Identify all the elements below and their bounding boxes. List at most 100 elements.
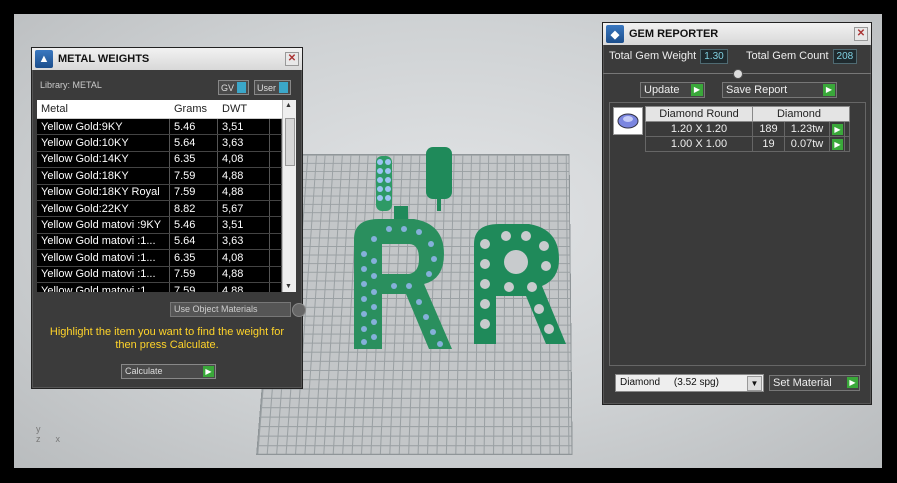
gem-reporter-titlebar[interactable]: ◆ GEM REPORTER ✕ [603, 23, 871, 45]
set-material-button[interactable]: Set Material ▶ [769, 375, 860, 391]
go-arrow-icon: ▶ [823, 84, 835, 96]
grams-cell: 7.59 [170, 282, 218, 292]
metal-name-cell: Yellow Gold:18KY [37, 168, 170, 184]
table-row[interactable]: Yellow Gold:22KY 8.82 5,67 [37, 200, 296, 218]
grams-cell: 5.64 [170, 135, 218, 151]
go-arrow-icon: ▶ [847, 377, 858, 388]
gem-row[interactable]: 1.00 X 1.00 19 0.07tw ▶ [645, 137, 850, 152]
spacer-cell [270, 151, 282, 168]
gem-row[interactable]: 1.20 X 1.20 189 1.23tw ▶ [645, 122, 850, 137]
library-label: Library: METAL [40, 80, 102, 90]
spacer-cell [270, 135, 282, 151]
toggle-knob-icon [237, 82, 247, 93]
user-toggle[interactable]: User [254, 80, 292, 95]
metal-table[interactable]: Metal Grams DWT Yellow Gold:9KY 5.46 3,51 Y… [37, 100, 296, 292]
grams-cell: 7.59 [170, 168, 218, 184]
save-report-label: Save Report [726, 84, 788, 96]
use-object-materials-checkbox[interactable] [292, 303, 306, 317]
metal-name-cell: Yellow Gold matovi :1... [37, 250, 170, 266]
gem-shape-header: Diamond Round [646, 107, 753, 121]
metal-table-scrollbar[interactable]: ▲ ▼ [282, 100, 296, 292]
grams-cell: 5.64 [170, 233, 218, 250]
grams-cell: 7.59 [170, 184, 218, 200]
go-arrow-icon: ▶ [691, 84, 703, 96]
go-arrow-icon: ▶ [832, 124, 843, 135]
go-arrow-icon: ▶ [832, 139, 843, 150]
col-grams[interactable]: Grams [170, 103, 218, 115]
metal-name-cell: Yellow Gold matovi :1... [37, 266, 170, 282]
metal-name-cell: Yellow Gold:18KY Royal [37, 184, 170, 200]
gem-row-action[interactable]: ▶ [830, 122, 845, 136]
update-label: Update [644, 84, 680, 96]
toggle-knob-icon [279, 82, 289, 93]
total-gem-weight-value: 1.30 [700, 48, 728, 64]
table-row[interactable]: Yellow Gold matovi :9KY 5.46 3,51 [37, 217, 296, 234]
metal-table-body: Yellow Gold:9KY 5.46 3,51 Yellow Gold:10KY 5… [37, 119, 296, 292]
gv-toggle[interactable]: GV [218, 80, 250, 95]
gem-weight-cell: 0.07tw [785, 137, 830, 151]
scroll-thumb[interactable] [285, 118, 295, 166]
metal-name-cell: Yellow Gold:9KY [37, 119, 170, 135]
metal-weights-titlebar[interactable]: ▲ METAL WEIGHTS ✕ [32, 48, 302, 70]
table-row[interactable]: Yellow Gold:18KY 7.59 4,88 [37, 168, 296, 185]
gem-count-cell: 189 [753, 122, 785, 136]
grams-cell: 6.35 [170, 250, 218, 266]
dwt-cell: 3,63 [218, 135, 270, 151]
table-row[interactable]: Yellow Gold:14KY 6.35 4,08 [37, 151, 296, 169]
bail-right-shape [426, 147, 452, 199]
spacer-cell [270, 233, 282, 250]
close-icon[interactable]: ✕ [854, 27, 868, 41]
instruction-text: Highlight the item you want to find the … [49, 326, 285, 351]
save-report-button[interactable]: Save Report ▶ [722, 82, 837, 98]
metal-name-cell: Yellow Gold:10KY [37, 135, 170, 151]
total-gem-count: Total Gem Count 208 [746, 48, 858, 64]
gem-count-cell: 19 [753, 137, 785, 151]
bail-right-stem [437, 199, 441, 211]
dwt-cell: 4,08 [218, 151, 270, 168]
material-select-value: Diamond (3.52 spg) [620, 377, 719, 388]
axis-indicator: yz x [36, 424, 61, 444]
gem-list-area[interactable]: Diamond Round Diamond 1.20 X 1.20 189 1.23… [609, 102, 866, 366]
spacer-cell [270, 217, 282, 233]
gem-reporter-title: GEM REPORTER [629, 28, 719, 40]
scroll-down-icon[interactable]: ▼ [285, 283, 292, 290]
material-select[interactable]: Diamond (3.52 spg) ▼ [615, 374, 764, 392]
use-object-materials-option[interactable]: Use Object Materials [170, 302, 306, 317]
calculate-button[interactable]: Calculate ▶ [121, 364, 216, 379]
dwt-cell: 4,08 [218, 250, 270, 266]
gem-weight-cell: 1.23tw [785, 122, 830, 136]
scroll-up-icon[interactable]: ▲ [285, 102, 292, 109]
update-button[interactable]: Update ▶ [640, 82, 705, 98]
pendant-model[interactable] [334, 144, 584, 364]
table-row[interactable]: Yellow Gold:18KY Royal 7.59 4,88 [37, 184, 296, 201]
metal-name-cell: Yellow Gold:14KY [37, 151, 170, 168]
gem-row-action[interactable]: ▶ [830, 137, 845, 151]
gem-size-cell: 1.00 X 1.00 [646, 137, 753, 151]
grams-cell: 7.59 [170, 266, 218, 282]
metal-table-header: Metal Grams DWT [37, 100, 296, 119]
col-metal[interactable]: Metal [37, 103, 170, 115]
table-row[interactable]: Yellow Gold matovi :1... 7.59 4,88 [37, 266, 296, 283]
table-row[interactable]: Yellow Gold matovi :1... 6.35 4,08 [37, 250, 296, 267]
metal-name-cell: Yellow Gold:22KY [37, 200, 170, 217]
table-row[interactable]: Yellow Gold matovi :1... 7.59 4,88 [37, 282, 296, 292]
collapse-handle-icon[interactable] [733, 69, 743, 79]
use-object-materials-label: Use Object Materials [174, 304, 258, 314]
col-dwt[interactable]: DWT [218, 103, 270, 115]
dwt-cell: 5,67 [218, 200, 270, 217]
close-icon[interactable]: ✕ [285, 52, 299, 66]
metal-name-cell: Yellow Gold matovi :9KY [37, 217, 170, 233]
round-diamond-icon [613, 107, 643, 135]
table-row[interactable]: Yellow Gold matovi :1... 5.64 3,63 [37, 233, 296, 251]
gem-table-header: Diamond Round Diamond [645, 106, 850, 122]
gv-label: GV [221, 82, 235, 93]
dwt-cell: 3,51 [218, 217, 270, 233]
metal-weights-panel: ▲ METAL WEIGHTS ✕ Library: METAL GV User… [31, 47, 306, 389]
metal-weights-logo-icon: ▲ [35, 50, 53, 68]
grams-cell: 6.35 [170, 151, 218, 168]
chevron-down-icon[interactable]: ▼ [747, 376, 762, 391]
table-row[interactable]: Yellow Gold:9KY 5.46 3,51 [37, 119, 296, 136]
spacer-cell [270, 184, 282, 200]
table-row[interactable]: Yellow Gold:10KY 5.64 3,63 [37, 135, 296, 152]
total-gem-weight-label: Total Gem Weight [609, 50, 697, 62]
